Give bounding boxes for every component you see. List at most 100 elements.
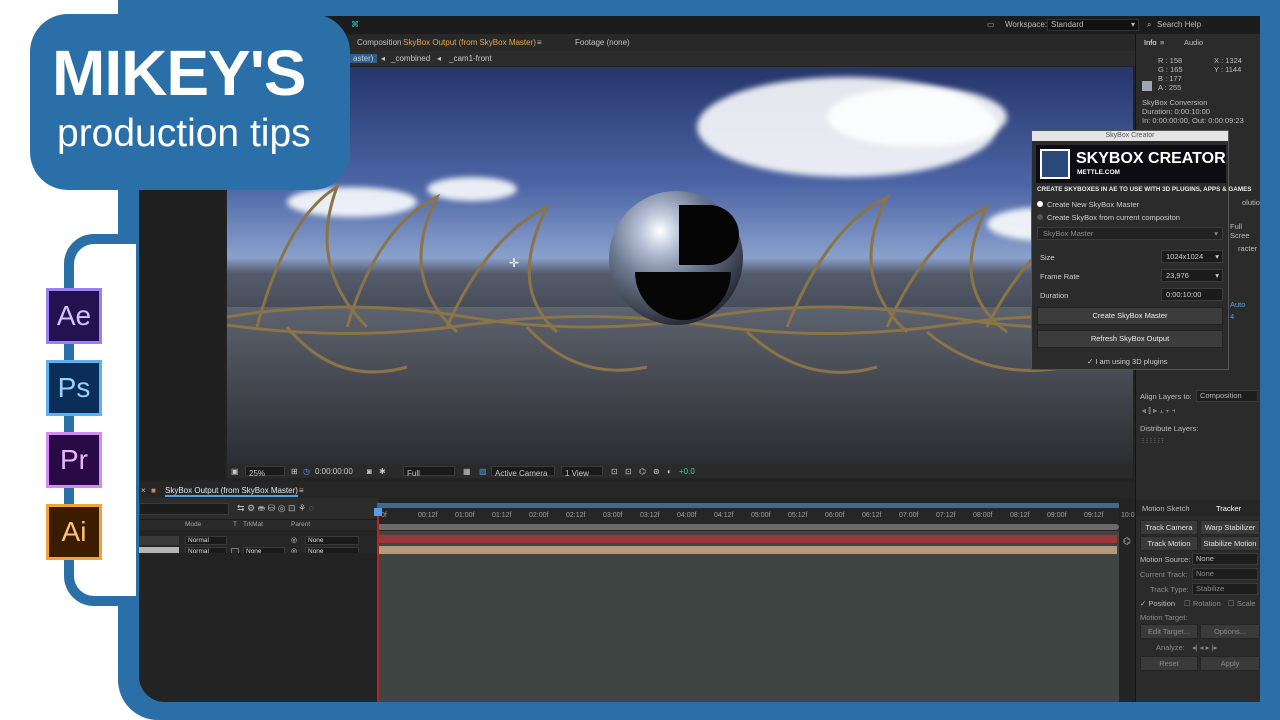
- brand-title: MIKEY'S: [52, 37, 307, 109]
- parent-pickwhip-icon[interactable]: ◎: [291, 536, 297, 544]
- size-select[interactable]: 1024x1024 ▾: [1161, 250, 1223, 263]
- workspace-select[interactable]: Standard: [1047, 19, 1139, 31]
- duration-field[interactable]: 0:00:10:00: [1161, 288, 1223, 301]
- scale-checkbox[interactable]: ☐ Scale: [1228, 599, 1256, 608]
- tab-menu-icon[interactable]: ≡: [1160, 38, 1164, 47]
- breadcrumb-cam1-front[interactable]: _cam1-front: [449, 54, 492, 63]
- current-time-indicator[interactable]: [374, 508, 382, 702]
- align-buttons-icon[interactable]: ⫷ ⫿ ⫸ ⫠ ⫟ ⫞: [1142, 406, 1175, 416]
- analyze-controls-icon[interactable]: ◂| ◂ ▸ |▸: [1192, 643, 1217, 652]
- timeline-search-input[interactable]: [139, 503, 229, 515]
- sync-icon[interactable]: ⌘: [351, 20, 359, 29]
- tab-timeline-comp[interactable]: SkyBox Output (from SkyBox Master): [165, 486, 298, 497]
- skybox-master-select[interactable]: SkyBox Master ▾: [1037, 227, 1223, 240]
- chevron-down-icon: ▾: [1215, 271, 1219, 280]
- composition-viewer[interactable]: ✛: [227, 67, 1133, 464]
- tab-audio[interactable]: Audio: [1184, 38, 1203, 47]
- rotation-checkbox[interactable]: ☐ Rotation: [1184, 599, 1221, 608]
- tab-footage[interactable]: Footage (none): [575, 38, 630, 47]
- grid-icon[interactable]: ⊞: [291, 467, 298, 476]
- ruler-tick-label: 03:00f: [603, 512, 623, 519]
- work-area-bar[interactable]: [377, 503, 1119, 508]
- track-camera-button[interactable]: Track Camera: [1140, 520, 1198, 535]
- time-ruler[interactable]: 0f 00:12f 01:00f 01:12f 02:00f 02:12f 03:00f 03…: [377, 503, 1135, 531]
- tab-composition-name[interactable]: SkyBox Output (from SkyBox Master): [403, 38, 536, 47]
- distribute-buttons-icon[interactable]: ⫶ ⫶ ⫶ ⫶ ⫶ ⫶: [1142, 436, 1164, 446]
- snapshot-icon[interactable]: ◙: [367, 467, 372, 476]
- color-swatch: [1142, 81, 1152, 91]
- layer-mode-select[interactable]: Normal: [185, 536, 227, 545]
- tab-menu-icon[interactable]: ≡: [299, 486, 304, 495]
- 3d-plugins-checkbox[interactable]: ✓ I am using 3D plugins: [1087, 357, 1168, 366]
- framerate-select[interactable]: 23,976 ▾: [1161, 269, 1223, 282]
- track-motion-button[interactable]: Track Motion: [1140, 536, 1198, 551]
- layer-bar[interactable]: [379, 546, 1117, 554]
- layer-list-empty: [139, 553, 379, 702]
- current-track-select[interactable]: None: [1192, 568, 1258, 580]
- breadcrumb-combined[interactable]: _combined: [391, 54, 430, 63]
- view-layout-select[interactable]: 1 View: [561, 466, 603, 478]
- radio-create-new[interactable]: Create New SkyBox Master: [1037, 200, 1217, 209]
- resolution-select[interactable]: Full: [403, 466, 455, 478]
- position-checkbox[interactable]: ✓ Position: [1140, 599, 1175, 608]
- create-skybox-master-button[interactable]: Create SkyBox Master: [1037, 307, 1223, 325]
- viewer-timecode[interactable]: 0:00:00:00: [315, 467, 353, 476]
- breadcrumb-master[interactable]: aster): [349, 54, 378, 63]
- layer-parent-select[interactable]: None: [305, 536, 359, 545]
- align-select[interactable]: Composition: [1196, 390, 1258, 402]
- timecode-icon[interactable]: ◷: [303, 467, 310, 476]
- breadcrumb-arrow-icon: ◂: [437, 54, 442, 63]
- layer-row[interactable]: Normal ◎ None: [139, 535, 379, 546]
- anchor-point-icon[interactable]: ✛: [509, 257, 521, 269]
- 3d-icon[interactable]: ▧: [479, 467, 487, 476]
- comp-flowchart-icon[interactable]: ⌬: [1123, 536, 1133, 546]
- layer-tracks[interactable]: [377, 531, 1119, 702]
- close-icon[interactable]: ×: [141, 486, 146, 495]
- radio-from-current[interactable]: Create SkyBox from current compositon: [1037, 213, 1217, 222]
- zoom-select[interactable]: 25%: [245, 466, 285, 478]
- edit-target-button[interactable]: Edit Target...: [1140, 624, 1198, 639]
- fast-preview-icon[interactable]: ⊛: [653, 467, 660, 476]
- toggle-icon[interactable]: ⊡: [611, 467, 618, 476]
- warp-stabilizer-button[interactable]: Warp Stabilizer: [1200, 520, 1260, 535]
- search-help-field[interactable]: ⌕ Search Help: [1147, 19, 1257, 31]
- tab-menu-icon[interactable]: ≡: [537, 38, 542, 47]
- ruler-tick-label: 04:00f: [677, 512, 697, 519]
- camera-select[interactable]: Active Camera: [491, 466, 555, 478]
- illustrator-icon: Ai: [46, 504, 102, 560]
- track-type-select[interactable]: Stabilize: [1192, 583, 1258, 595]
- apply-button[interactable]: Apply: [1200, 656, 1260, 671]
- distribute-label: Distribute Layers:: [1140, 424, 1199, 433]
- toggle-icon[interactable]: ⊡: [625, 467, 632, 476]
- exposure-icon[interactable]: ◐: [667, 467, 672, 476]
- timeline-switch-icons[interactable]: ⇆ ⚙ ⛂ ⛁ ◎ ⊡ ⚘ ◌: [237, 503, 314, 514]
- duration-row: Duration 0:00:10:00: [1037, 288, 1223, 302]
- timeline-scrollbar[interactable]: [377, 524, 1119, 530]
- transparency-icon[interactable]: ▦: [463, 467, 471, 476]
- photoshop-icon: Ps: [46, 360, 102, 416]
- layer-bar[interactable]: [379, 535, 1117, 543]
- ruler-tick-label: 06:12f: [862, 512, 882, 519]
- tab-info[interactable]: Info: [1144, 38, 1157, 47]
- flowchart-icon[interactable]: ⌬: [639, 467, 646, 476]
- tab-motion-sketch[interactable]: Motion Sketch: [1142, 504, 1190, 513]
- column-trkmat: TrkMat: [243, 521, 263, 528]
- panel-label-fragment: olution: [1242, 198, 1260, 207]
- workspace-icon: ▭: [987, 20, 995, 29]
- refresh-skybox-output-button[interactable]: Refresh SkyBox Output: [1037, 330, 1223, 348]
- after-effects-icon: Ae: [46, 288, 102, 344]
- stabilize-motion-button[interactable]: Stabilize Motion: [1200, 536, 1260, 551]
- sphere-shadow: [679, 205, 739, 265]
- region-icon[interactable]: ▣: [231, 467, 239, 476]
- layer-column-headers: Mode T TrkMat Parent: [139, 520, 379, 530]
- tab-tracker[interactable]: Tracker: [1216, 504, 1241, 513]
- color-icon[interactable]: ✱: [379, 467, 386, 476]
- reset-button[interactable]: Reset: [1140, 656, 1198, 671]
- options-button[interactable]: Options...: [1200, 624, 1260, 639]
- ruler-tick-label: 06:00f: [825, 512, 845, 519]
- motion-source-select[interactable]: None: [1192, 553, 1258, 565]
- tab-composition-label[interactable]: Composition: [357, 38, 401, 47]
- exposure-value[interactable]: +0.0: [679, 467, 695, 476]
- ruler-tick-label: 01:12f: [492, 512, 512, 519]
- analyze-label: Analyze:: [1156, 643, 1185, 652]
